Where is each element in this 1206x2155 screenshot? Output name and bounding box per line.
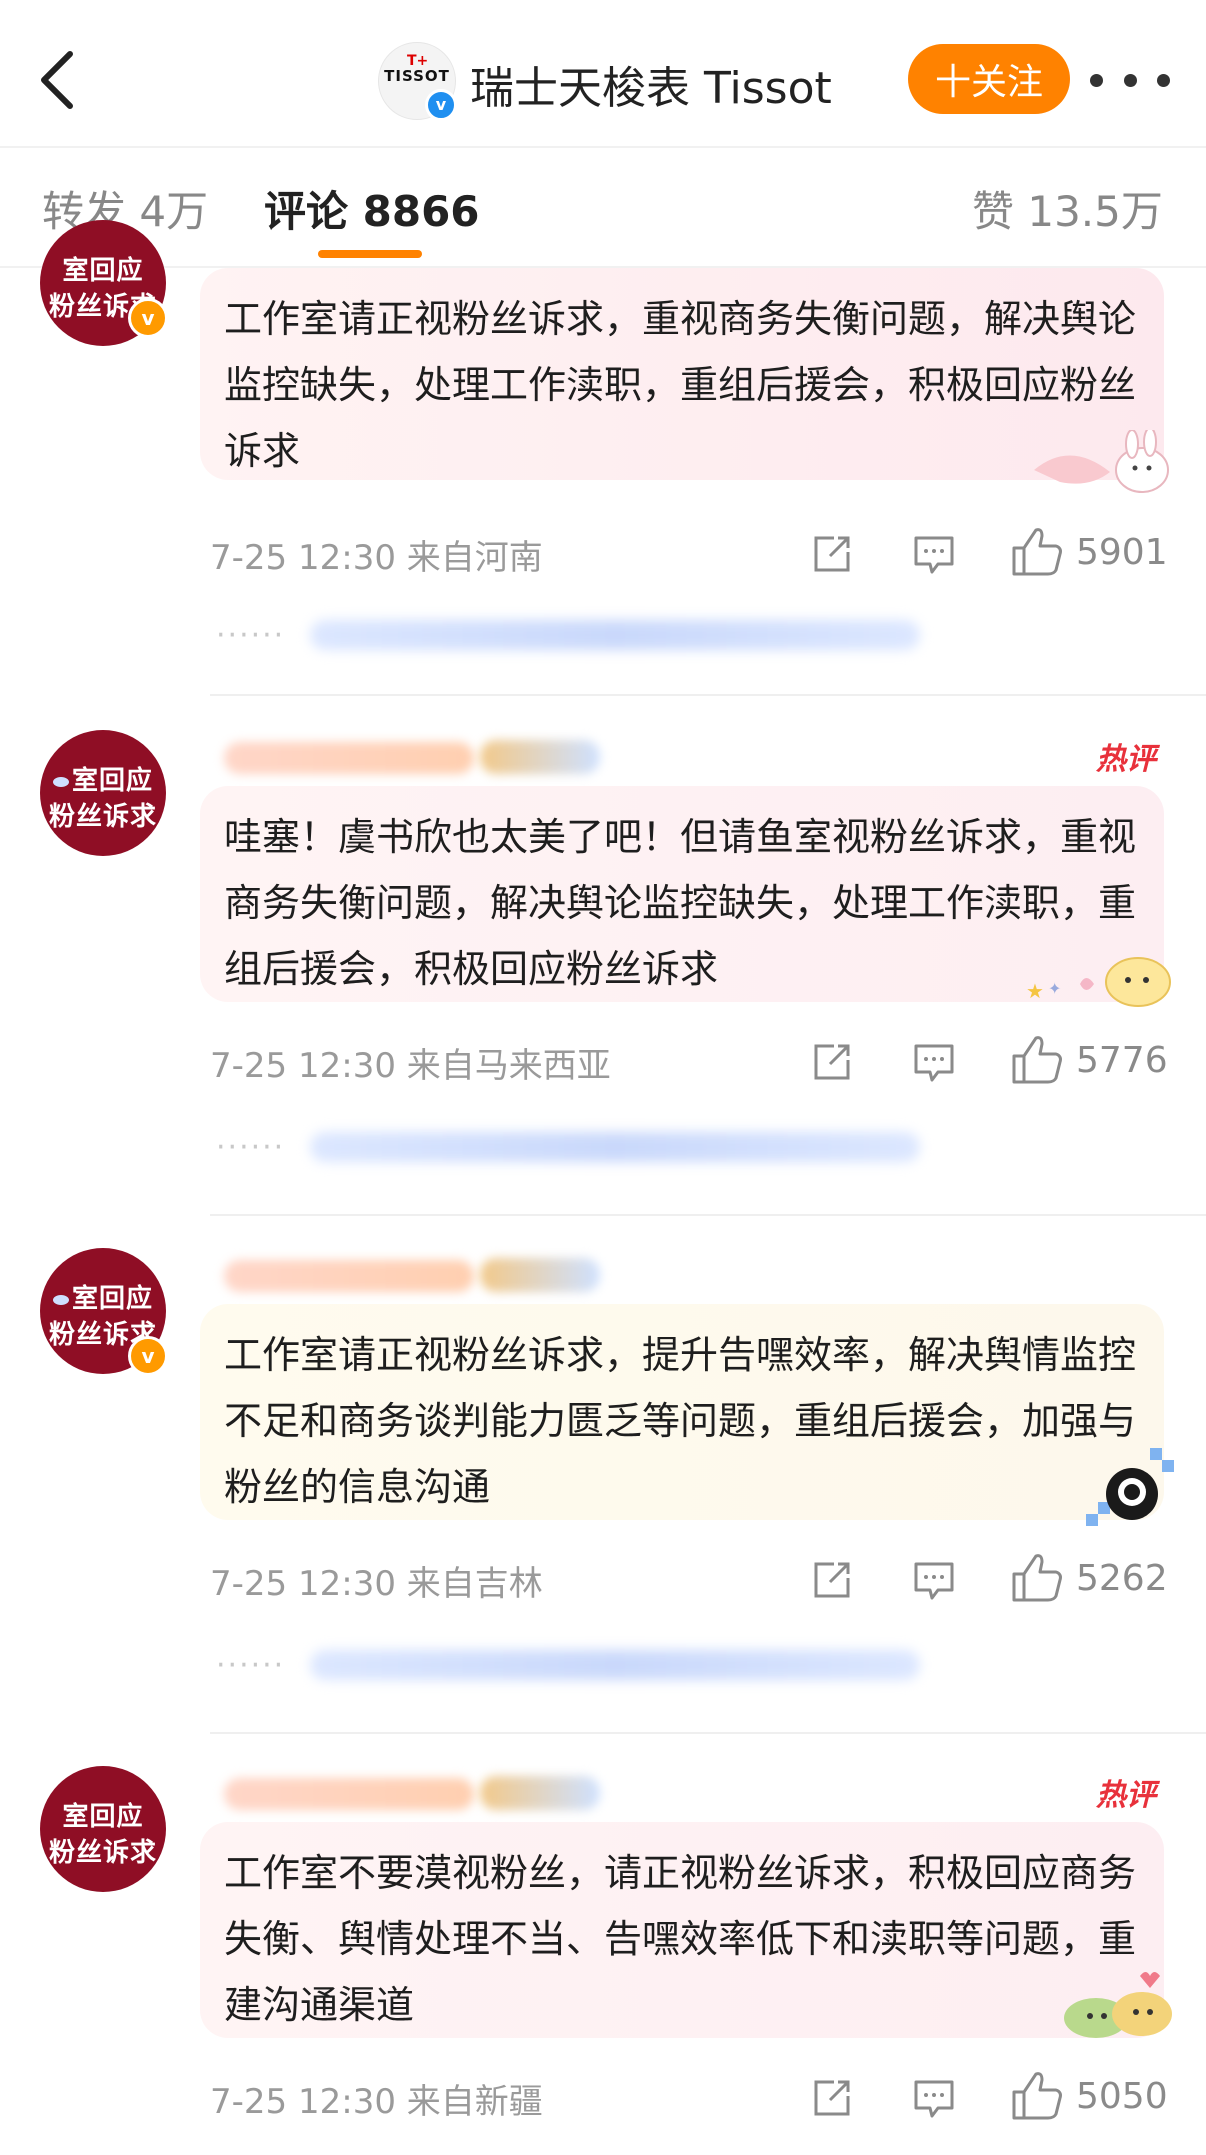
avatar-text-line1: 室回应: [62, 1802, 144, 1832]
reply-preview[interactable]: ······: [210, 614, 950, 654]
like-count: 5901: [1076, 532, 1168, 573]
tab-comments[interactable]: 评论 8866: [264, 178, 480, 239]
comment-actions: 5776: [810, 1032, 1170, 1088]
comment-actions: 5901: [810, 524, 1170, 580]
hot-comment-badge: 热评: [1096, 742, 1156, 777]
comment-actions: 5262: [810, 1550, 1170, 1606]
comment-icon[interactable]: [912, 1558, 956, 1602]
reply-preview[interactable]: ······: [210, 1126, 950, 1166]
logo-text: TISSOT: [384, 67, 450, 85]
hot-comment-badge: 热评: [1096, 1778, 1156, 1813]
comment-location: 来自河南: [406, 538, 543, 578]
username[interactable]: [210, 734, 610, 778]
blurred-reply-preview: [310, 620, 920, 650]
comment-meta: 7-25 12:30 来自河南: [210, 530, 543, 579]
comment-location: 来自吉林: [406, 1564, 543, 1604]
blurred-badge: [480, 740, 600, 774]
comment-bubble[interactable]: 工作室请正视粉丝诉求，重视商务失衡问题，解决舆论监控缺失，处理工作渎职，重组后援…: [200, 268, 1164, 480]
comment-time: 7-25 12:30: [210, 1564, 396, 1604]
comment-location: 来自马来西亚: [406, 1046, 611, 1086]
tissot-logo-avatar[interactable]: T+ TISSOT v: [378, 42, 457, 121]
thumbs-up-icon[interactable]: [1010, 524, 1064, 578]
reply-dots-icon: ······: [216, 618, 286, 653]
comment-bubble[interactable]: 工作室不要漠视粉丝，请正视粉丝诉求，积极回应商务失衡、舆情处理不当、告嘿效率低下…: [200, 1822, 1164, 2038]
avatar-text-line1: 室回应: [62, 256, 144, 286]
comment-time: 7-25 12:30: [210, 538, 396, 578]
comment-time: 7-25 12:30: [210, 1046, 396, 1086]
share-icon[interactable]: [810, 532, 854, 576]
blurred-username: [224, 742, 474, 774]
verified-badge-icon: v: [425, 89, 457, 121]
blurred-badge: [480, 1258, 600, 1292]
share-icon[interactable]: [810, 1558, 854, 1602]
comment-text: 工作室请正视粉丝诉求，提升告嘿效率，解决舆情监控不足和商务谈判能力匮乏等问题，重…: [224, 1333, 1137, 1509]
divider: [210, 1214, 1206, 1216]
bunny-sticker-icon: [1034, 430, 1169, 493]
reply-preview[interactable]: ······: [210, 1644, 950, 1684]
avatar-text-line2: 粉丝诉求: [48, 802, 157, 832]
like-count: 5050: [1076, 2076, 1168, 2117]
like-count: 5776: [1076, 1040, 1168, 1081]
username[interactable]: [210, 1770, 610, 1814]
thumbs-up-icon[interactable]: [1010, 1550, 1064, 1604]
blurred-badge: [480, 1776, 600, 1810]
back-arrow-icon[interactable]: [30, 48, 86, 112]
tab-bar: 转发 4万 评论 8866 赞 13.5万: [0, 148, 1206, 268]
comment-item: 室回应 粉丝诉求 v 工作室请正视粉丝诉求，重视商务失衡问题，解决舆论监控缺失，…: [0, 220, 1206, 658]
avatar-text-line1: 室回应: [71, 766, 153, 796]
comment-text: 哇塞！虞书欣也太美了吧！但请鱼室视粉丝诉求，重视商务失衡问题，解决舆论监控缺失，…: [224, 815, 1137, 991]
svg-text:✦: ✦: [1048, 979, 1061, 998]
follow-button[interactable]: 十关注: [908, 44, 1070, 114]
comment-item: 室回应 粉丝诉求 热评 哇塞！虞书欣也太美了吧！但请鱼室视粉丝诉求，重视商务失衡…: [0, 720, 1206, 1180]
account-title[interactable]: 瑞士天梭表 Tissot: [470, 52, 832, 116]
verified-badge-icon: v: [128, 1336, 168, 1376]
comment-meta: 7-25 12:30 来自吉林: [210, 1556, 543, 1605]
share-icon[interactable]: [810, 1040, 854, 1084]
thumbs-up-icon[interactable]: [1010, 1032, 1064, 1086]
comment-item: 室回应 粉丝诉求 热评 工作室不要漠视粉丝，请正视粉丝诉求，积极回应商务失衡、舆…: [0, 1756, 1206, 2155]
comment-bubble[interactable]: 工作室请正视粉丝诉求，提升告嘿效率，解决舆情监控不足和商务谈判能力匮乏等问题，重…: [200, 1304, 1164, 1520]
eye-icon: [52, 776, 69, 787]
comment-time: 7-25 12:30: [210, 2082, 396, 2122]
username[interactable]: [210, 1252, 610, 1296]
comment-item: 室回应 粉丝诉求 v 工作室请正视粉丝诉求，提升告嘿效率，解决舆情监控不足和商务…: [0, 1238, 1206, 1698]
divider: [210, 1732, 1206, 1734]
tab-likes[interactable]: 赞 13.5万: [972, 178, 1163, 239]
avatar[interactable]: 室回应 粉丝诉求: [40, 730, 166, 856]
dumpling-sticker-icon: [1064, 1972, 1172, 2038]
comment-icon[interactable]: [912, 2076, 956, 2120]
top-bar: T+ TISSOT v 瑞士天梭表 Tissot 十关注: [0, 0, 1206, 148]
pudding-dog-sticker-icon: ★ ✦: [1026, 957, 1171, 1007]
divider: [210, 694, 1206, 696]
reply-dots-icon: ······: [216, 1130, 286, 1165]
comment-location: 来自新疆: [406, 2082, 543, 2122]
comment-text: 工作室请正视粉丝诉求，重视商务失衡问题，解决舆论监控缺失，处理工作渎职，重组后援…: [224, 297, 1137, 473]
avatar[interactable]: 室回应 粉丝诉求: [40, 1766, 166, 1892]
avatar-text-line1: 室回应: [71, 1284, 153, 1314]
more-dots-icon[interactable]: [1090, 60, 1170, 100]
comment-meta: 7-25 12:30 来自新疆: [210, 2074, 543, 2123]
share-icon[interactable]: [810, 2076, 854, 2120]
like-count: 5262: [1076, 1558, 1168, 1599]
reply-dots-icon: ······: [216, 1648, 286, 1683]
thumbs-up-icon[interactable]: [1010, 2068, 1064, 2122]
blurred-username: [224, 1778, 474, 1810]
eye-icon: [52, 1294, 69, 1305]
comment-text: 工作室不要漠视粉丝，请正视粉丝诉求，积极回应商务失衡、舆情处理不当、告嘿效率低下…: [224, 1851, 1137, 2027]
pixel-astronaut-sticker-icon: [1086, 1448, 1174, 1526]
comment-icon[interactable]: [912, 532, 956, 576]
avatar-text-line2: 粉丝诉求: [48, 1838, 157, 1868]
active-tab-indicator: [318, 250, 422, 258]
blurred-username: [224, 1260, 474, 1292]
comment-actions: 5050: [810, 2068, 1170, 2124]
comment-icon[interactable]: [912, 1040, 956, 1084]
svg-text:★: ★: [1026, 979, 1044, 1003]
comment-meta: 7-25 12:30 来自马来西亚: [210, 1038, 611, 1087]
verified-badge-icon: v: [128, 298, 168, 338]
blurred-reply-preview: [310, 1132, 920, 1162]
blurred-reply-preview: [310, 1650, 920, 1680]
